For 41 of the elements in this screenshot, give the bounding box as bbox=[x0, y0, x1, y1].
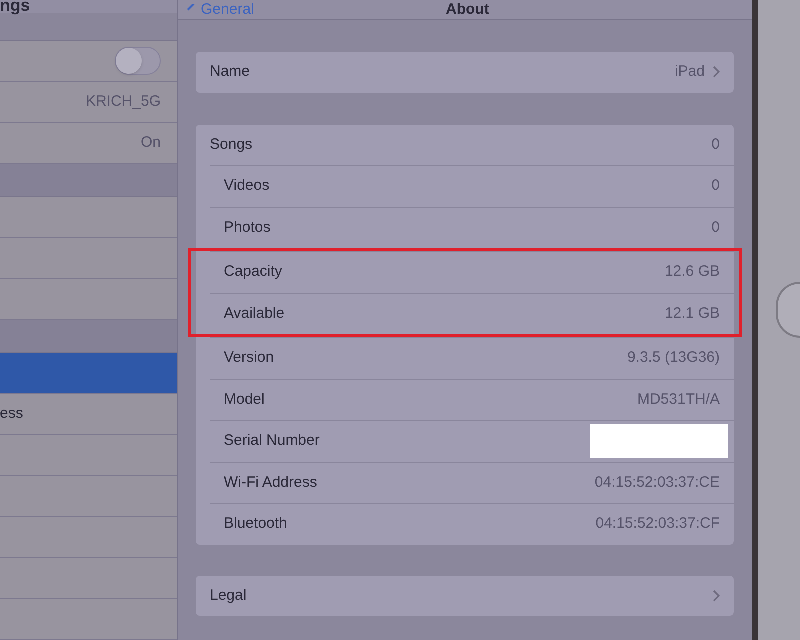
row-label: Capacity bbox=[224, 262, 282, 282]
sidebar-item[interactable] bbox=[0, 558, 177, 599]
row-label: Model bbox=[224, 390, 265, 410]
row-value: 0 bbox=[712, 218, 720, 238]
settings-row[interactable]: Name iPad bbox=[196, 52, 734, 92]
chevron-icon bbox=[713, 66, 720, 78]
sidebar-item[interactable] bbox=[0, 353, 177, 394]
row-value: 12.6 GB bbox=[664, 262, 720, 282]
sidebar-item[interactable]: On bbox=[0, 123, 177, 164]
row-label: Version bbox=[224, 348, 274, 368]
chevron-icon bbox=[713, 590, 720, 602]
sidebar-item[interactable] bbox=[0, 476, 177, 517]
sidebar-item[interactable]: KRICH_5G bbox=[0, 82, 177, 123]
sidebar-item[interactable]: ess bbox=[0, 394, 177, 435]
row-label: Name bbox=[210, 62, 250, 82]
row-label: Photos bbox=[224, 218, 271, 238]
row-value: 04:15:52:03:37:CE bbox=[594, 472, 720, 492]
toggle-switch[interactable] bbox=[115, 47, 161, 75]
row-value: 9.3.5 (13G36) bbox=[627, 348, 720, 368]
row-value: iPad bbox=[674, 62, 705, 82]
row-value: 0 bbox=[712, 176, 720, 196]
row-label: Legal bbox=[210, 586, 247, 606]
sidebar-item[interactable] bbox=[0, 599, 177, 640]
row-value: MD531TH/A bbox=[637, 390, 720, 410]
sidebar-item[interactable] bbox=[0, 41, 177, 82]
sidebar-item[interactable] bbox=[0, 435, 177, 476]
sidebar-item[interactable] bbox=[0, 279, 177, 320]
row-label: Videos bbox=[224, 176, 270, 196]
row-label: Available bbox=[224, 304, 285, 324]
row-label: Bluetooth bbox=[224, 514, 288, 534]
row-value: 04:15:52:03:37:CF bbox=[596, 514, 720, 534]
sidebar-item[interactable] bbox=[0, 197, 177, 238]
row-label: Songs bbox=[210, 134, 253, 154]
row-label: Serial Number bbox=[224, 431, 320, 451]
row-value: 12.1 GB bbox=[664, 304, 720, 324]
row-value: 0 bbox=[712, 134, 720, 154]
page-title: About bbox=[446, 2, 490, 17]
settings-row[interactable]: Legal bbox=[196, 576, 734, 616]
sidebar-item[interactable] bbox=[0, 517, 177, 558]
row-label: Wi-Fi Address bbox=[224, 472, 318, 492]
sidebar-item[interactable] bbox=[0, 238, 177, 279]
